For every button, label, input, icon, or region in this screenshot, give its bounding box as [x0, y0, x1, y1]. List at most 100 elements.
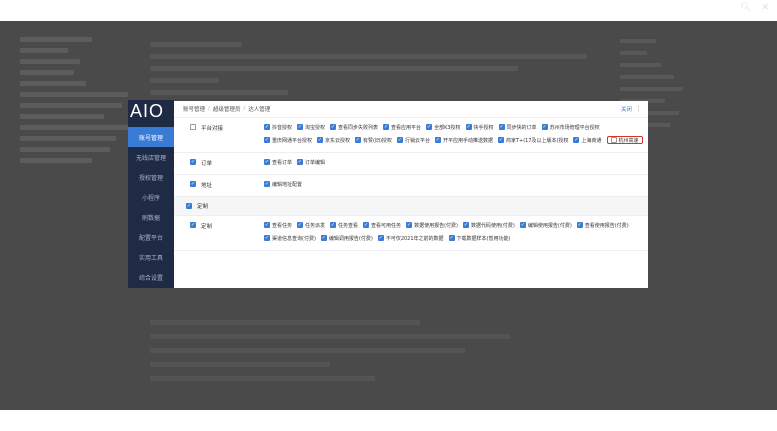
breadcrumb-item[interactable]: 超级管理员	[213, 105, 241, 113]
checkbox[interactable]: ✓	[355, 137, 362, 143]
checkbox[interactable]: ✓	[330, 222, 337, 228]
checkbox[interactable]: ✓	[363, 222, 370, 228]
nav-item[interactable]: 实用工具	[128, 247, 174, 267]
checkbox[interactable]: ✓	[264, 137, 270, 143]
nav-item[interactable]: 授权管理	[128, 167, 174, 187]
checkbox[interactable]: ✓	[448, 235, 455, 241]
checkbox[interactable]: ✓	[264, 222, 270, 228]
nav-item[interactable]: 刷数据	[128, 207, 174, 227]
checkbox[interactable]: ✓	[434, 137, 441, 143]
permission-label: 任务查看	[338, 222, 359, 229]
permission-checkbox[interactable]: ✓ 淘宝授权	[297, 123, 325, 131]
permission-checkbox[interactable]: ✓ 任务派发	[297, 221, 325, 229]
permission-checkbox[interactable]: ✓ 数据代码使用(付费)	[462, 221, 515, 229]
checkbox[interactable]: ✓	[320, 235, 327, 241]
nav-item[interactable]: 综合设置	[128, 267, 174, 287]
more-vertical-icon[interactable]: ⋮	[635, 105, 642, 113]
permission-checkbox[interactable]: ✓ 全部K3授权	[426, 123, 461, 131]
checkbox[interactable]: ✓	[541, 124, 548, 130]
permission-label: 开平应用手动推送数据	[442, 137, 493, 144]
permission-checkbox[interactable]: ✓ 订单编辑	[297, 158, 325, 166]
permission-group[interactable]: ✓ 订单	[174, 153, 264, 174]
nav-item[interactable]: 配置平台	[128, 227, 174, 247]
checkbox[interactable]: ✓	[297, 159, 304, 165]
permission-checkbox[interactable]: ✓ 数据使用报告(付费)	[406, 221, 458, 229]
permission-label: 查看订单	[272, 159, 293, 166]
aio-logo: AIO	[130, 101, 165, 121]
checkbox[interactable]: ✓	[406, 222, 413, 228]
permission-checkbox[interactable]: ✓ 快手授权	[465, 123, 494, 131]
permission-label: 查看任务	[272, 222, 293, 229]
close-icon[interactable]: ✕	[761, 3, 769, 13]
checkbox[interactable]: ✓	[519, 222, 526, 228]
checkbox[interactable]: ✓	[264, 181, 270, 187]
breadcrumb-separator: /	[208, 106, 210, 112]
breadcrumb: 账号管理 / 超级管理员 / 达人管理 关闭 ⋮	[174, 101, 648, 118]
checkbox[interactable]: ✓	[190, 222, 196, 228]
permission-checkbox[interactable]: ✓ 苏州市场管理平台授权	[541, 123, 600, 131]
checkbox[interactable]: ✓	[426, 124, 433, 130]
permission-checkbox[interactable]: ✓ 不可仅2021年之前的数据	[377, 234, 444, 242]
permission-checkbox[interactable]: ✓ 同步快的订单	[498, 123, 537, 131]
checkbox[interactable]	[190, 124, 196, 130]
checkbox[interactable]: ✓	[573, 137, 580, 143]
checkbox[interactable]: ✓	[190, 159, 196, 165]
permission-checkbox[interactable]: ✓ 下载数据样本(暂用功能)	[448, 234, 511, 242]
checkbox[interactable]	[610, 137, 617, 143]
checkbox[interactable]: ✓	[264, 124, 270, 130]
checkbox[interactable]: ✓	[462, 222, 469, 228]
checkbox[interactable]: ✓	[383, 124, 390, 130]
permission-group[interactable]: 平台对接	[174, 118, 264, 152]
checkbox[interactable]: ✓	[330, 124, 337, 130]
section-checkbox[interactable]: ✓	[186, 203, 192, 209]
checkbox[interactable]: ✓	[297, 124, 304, 130]
section-header-custom[interactable]: ✓ 定制	[174, 197, 648, 216]
checkbox[interactable]: ✓	[497, 137, 504, 143]
checkbox[interactable]: ✓	[377, 235, 384, 241]
permission-checkbox[interactable]: ✓ 任务查看	[330, 221, 358, 229]
permission-checkbox[interactable]: ✓ 查看可用任务	[363, 221, 401, 229]
section-label: 定制	[197, 204, 209, 210]
permission-checkbox[interactable]: ✓ 查看同步失败列表	[330, 123, 378, 131]
permission-checkbox[interactable]: ✓ 有赞(旧)授权	[355, 136, 392, 144]
permission-checkbox[interactable]: ✓ 编辑地址配置	[264, 180, 302, 188]
checkbox[interactable]: ✓	[576, 222, 583, 228]
close-link[interactable]: 关闭	[621, 105, 632, 113]
permission-checkbox[interactable]: ✓ 京东云授权	[317, 136, 350, 144]
permission-items: ✓ 查看订单 ✓ 订单编辑	[264, 153, 648, 174]
permission-label: 查看可用任务	[371, 222, 402, 229]
permission-group-label: 平台对接	[201, 126, 224, 132]
permission-checkbox[interactable]: ✓ 查看使用报告(付费)	[576, 221, 629, 229]
checkbox[interactable]: ✓	[465, 124, 472, 130]
permission-checkbox[interactable]: ✓ 开平应用手动推送数据	[434, 136, 493, 144]
permission-label: 下载数据样本(暂用功能)	[456, 235, 511, 242]
breadcrumb-item[interactable]: 账号管理	[183, 105, 205, 113]
permission-checkbox[interactable]: 杭州高速	[606, 136, 643, 144]
search-icon[interactable]: 🔍︎	[740, 3, 751, 13]
permission-label: 苏州市场管理平台授权	[549, 124, 600, 131]
checkbox[interactable]: ✓	[264, 159, 270, 165]
permission-checkbox[interactable]: ✓ 上海商通	[573, 136, 602, 144]
permission-checkbox[interactable]: ✓ 抖音授权	[264, 123, 292, 131]
checkbox[interactable]: ✓	[297, 222, 304, 228]
permission-group[interactable]: ✓ 地址	[174, 175, 264, 196]
checkbox[interactable]: ✓	[396, 137, 403, 143]
permission-checkbox[interactable]: ✓ 渠道信息查询(付费)	[264, 234, 316, 242]
nav-item[interactable]: 小程序	[128, 187, 174, 207]
permission-checkbox[interactable]: ✓ 查看订单	[264, 158, 292, 166]
permission-checkbox[interactable]: ✓ 商家T+(17及以上版本)授权	[497, 136, 568, 144]
permission-checkbox[interactable]: ✓ 编辑使用报告(付费)	[519, 221, 572, 229]
permission-checkbox[interactable]: ✓ 重庆网通平台授权	[264, 136, 312, 144]
permission-checkbox[interactable]: ✓ 查看任务	[264, 221, 292, 229]
permission-checkbox[interactable]: ✓ 编辑调用报告(付费)	[320, 234, 373, 242]
permission-label: 京东云授权	[325, 137, 351, 144]
checkbox[interactable]: ✓	[190, 181, 196, 187]
permission-checkbox[interactable]: ✓ 查看应用平台	[383, 123, 421, 131]
nav-item[interactable]: 无线店管理	[128, 147, 174, 167]
nav-item[interactable]: 账号管理	[128, 127, 174, 147]
permission-group[interactable]: ✓ 定制	[174, 216, 264, 250]
checkbox[interactable]: ✓	[317, 137, 324, 143]
permission-checkbox[interactable]: ✓ 行销云平台	[396, 136, 430, 144]
checkbox[interactable]: ✓	[498, 124, 505, 130]
checkbox[interactable]: ✓	[264, 235, 270, 241]
